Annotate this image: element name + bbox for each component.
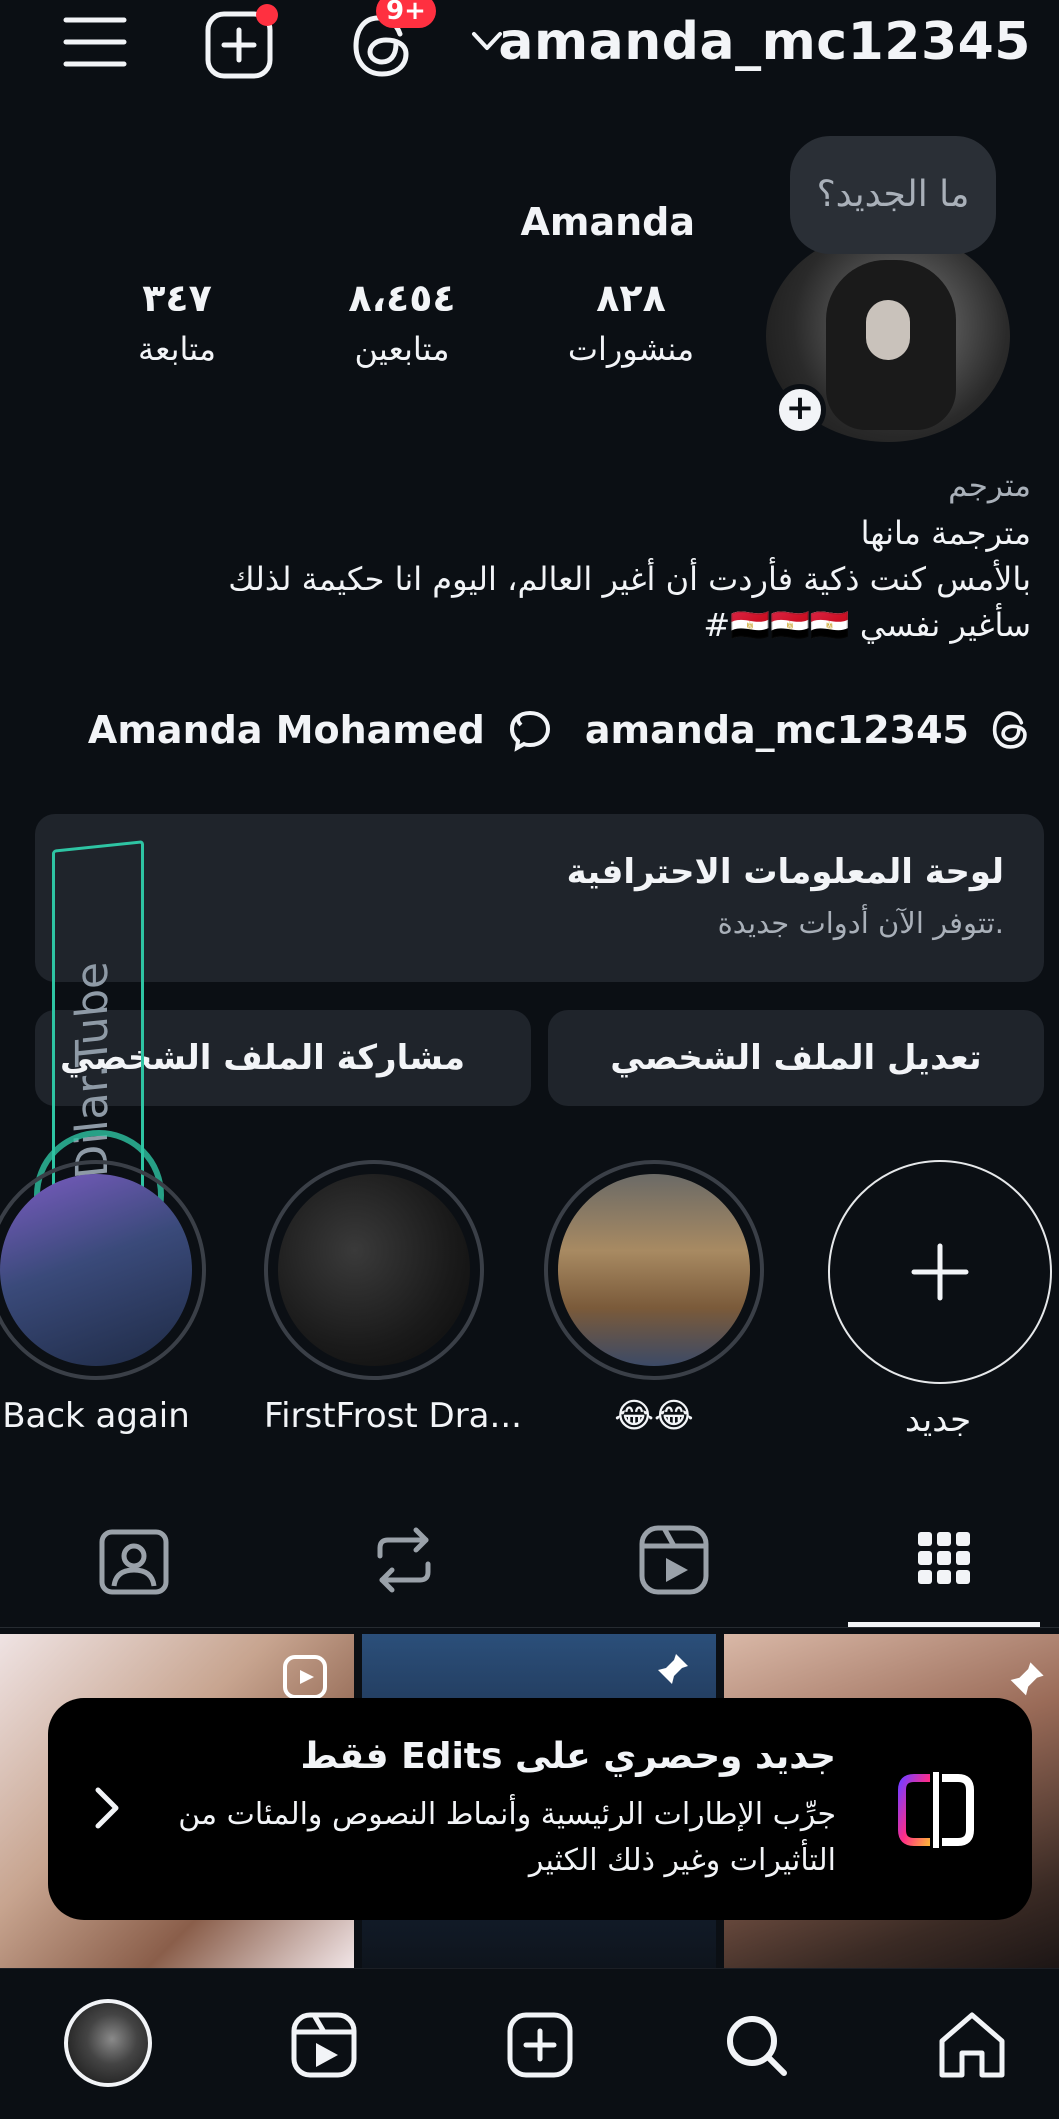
promo-title: جديد وحصري على Edits فقط: [300, 1736, 836, 1777]
highlight-label: Back again: [2, 1396, 190, 1436]
highlight-cover: [558, 1174, 750, 1366]
reel-icon: [282, 1654, 328, 1700]
highlight-item[interactable]: 😂😂: [544, 1160, 764, 1436]
chevron-right-icon[interactable]: [92, 1784, 122, 1832]
stat-posts-value: ٨٢٨: [596, 276, 666, 320]
repost-icon: [377, 1527, 431, 1593]
stat-following-value: ٣٤٧: [142, 276, 212, 320]
tab-tagged[interactable]: [94, 1520, 174, 1600]
stat-following[interactable]: ٣٤٧ متابعة: [112, 276, 242, 368]
stat-posts[interactable]: ٨٢٨ منشورات: [556, 276, 706, 368]
bio-line: بالأمس كنت ذكية فأردت أن أغير العالم، ال…: [228, 560, 1031, 598]
display-name: Amanda: [520, 200, 695, 244]
highlight-label: FirstFrost Dra...: [264, 1396, 522, 1436]
bio-line: مترجمة مانها: [860, 514, 1031, 552]
nav-reels-icon[interactable]: [284, 2005, 364, 2085]
add-story-icon[interactable]: +: [774, 384, 826, 436]
tagged-icon: [99, 1529, 169, 1595]
highlight-cover: [0, 1174, 192, 1366]
tab-divider: [0, 1627, 1059, 1628]
tab-reels[interactable]: [634, 1520, 714, 1600]
top-bar: 9+ amanda_mc12345: [0, 0, 1059, 90]
highlight-cover: [278, 1174, 470, 1366]
new-highlight-ring: [828, 1160, 1052, 1384]
highlight-item[interactable]: Back again: [0, 1160, 206, 1436]
pin-icon: [1004, 1658, 1048, 1702]
profile-category: مترجم: [948, 468, 1031, 504]
pin-icon: [652, 1650, 692, 1690]
nav-profile-avatar[interactable]: [64, 1999, 152, 2087]
profile-links: Amanda Mohamed amanda_mc12345: [88, 700, 1031, 760]
note-bubble[interactable]: ما الجديد؟: [790, 136, 996, 254]
highlight-ring: [0, 1160, 206, 1380]
highlight-new[interactable]: جديد: [828, 1160, 1052, 1440]
nav-create-icon[interactable]: [500, 2005, 580, 2085]
highlight-item[interactable]: FirstFrost Dra...: [264, 1160, 522, 1436]
threads-icon: [991, 708, 1031, 752]
bio-line: سأغير نفسي 🇪🇬🇪🇬🇪🇬#: [703, 606, 1031, 644]
threads-badge: 9+: [376, 0, 436, 28]
highlight-ring: [264, 1160, 484, 1380]
threads-link[interactable]: amanda_mc12345: [585, 708, 969, 752]
highlight-label: جديد: [904, 1400, 972, 1440]
highlight-label: 😂😂: [614, 1396, 694, 1436]
stat-posts-label: منشورات: [567, 330, 695, 368]
dashboard-subtitle: تتوفر الآن أدوات جديدة.: [717, 906, 1004, 940]
bottom-nav: [0, 1968, 1059, 2119]
highlight-ring: [544, 1160, 764, 1380]
stat-followers[interactable]: ٨،٤٥٤ متابعين: [322, 276, 482, 368]
nav-home-icon[interactable]: [932, 2005, 1012, 2085]
plus-icon: [911, 1243, 969, 1301]
dashboard-title: لوحة المعلومات الاحترافية: [566, 852, 1004, 892]
messenger-icon: [507, 707, 553, 753]
tab-reposts[interactable]: [364, 1520, 444, 1600]
linked-name[interactable]: Amanda Mohamed: [88, 708, 485, 752]
tab-grid[interactable]: [904, 1520, 984, 1600]
promo-body: جرِّب الإطارات الرئيسية وأنماط النصوص وا…: [178, 1797, 836, 1878]
professional-dashboard-card[interactable]: لوحة المعلومات الاحترافية تتوفر الآن أدو…: [35, 814, 1044, 982]
stat-followers-value: ٨،٤٥٤: [348, 276, 456, 320]
bio: مترجم مترجمة مانها بالأمس كنت ذكية فأردت…: [20, 468, 1031, 648]
menu-icon[interactable]: [62, 14, 128, 70]
stat-followers-label: متابعين: [354, 330, 450, 368]
notification-dot: [256, 4, 278, 26]
active-tab-indicator: [848, 1622, 1040, 1627]
grid-icon: [918, 1532, 970, 1584]
edits-logo-icon: [894, 1768, 978, 1852]
account-username[interactable]: amanda_mc12345: [498, 12, 1031, 72]
reels-icon: [639, 1525, 709, 1595]
stat-following-label: متابعة: [137, 330, 217, 368]
edit-profile-button[interactable]: تعديل الملف الشخصي: [548, 1010, 1044, 1106]
nav-search-icon[interactable]: [716, 2005, 796, 2085]
edits-promo-banner[interactable]: جديد وحصري على Edits فقط جرِّب الإطارات …: [48, 1698, 1032, 1920]
